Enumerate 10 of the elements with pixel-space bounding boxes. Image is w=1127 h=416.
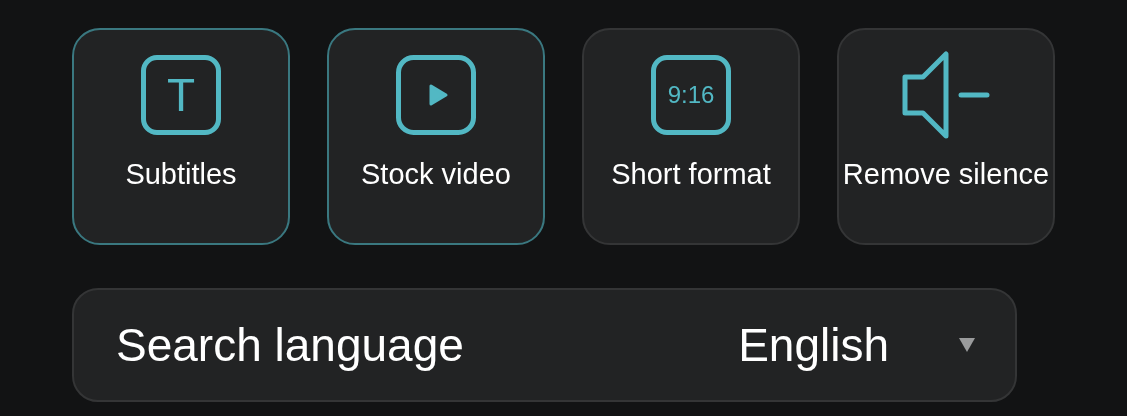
language-select[interactable]: Search language English	[72, 288, 1017, 402]
tool-tile[interactable]: T Subtitles	[72, 28, 290, 245]
tool-tile[interactable]: 9:16 Short format	[582, 28, 800, 245]
aspect-ratio-icon: 9:16	[651, 55, 731, 135]
play-icon	[396, 55, 476, 135]
text-icon: T	[141, 55, 221, 135]
speaker-icon	[901, 50, 991, 140]
dropdown-caret-icon	[959, 338, 975, 352]
tool-tile[interactable]: Stock video	[327, 28, 545, 245]
tool-tile[interactable]: Remove silence	[837, 28, 1055, 245]
